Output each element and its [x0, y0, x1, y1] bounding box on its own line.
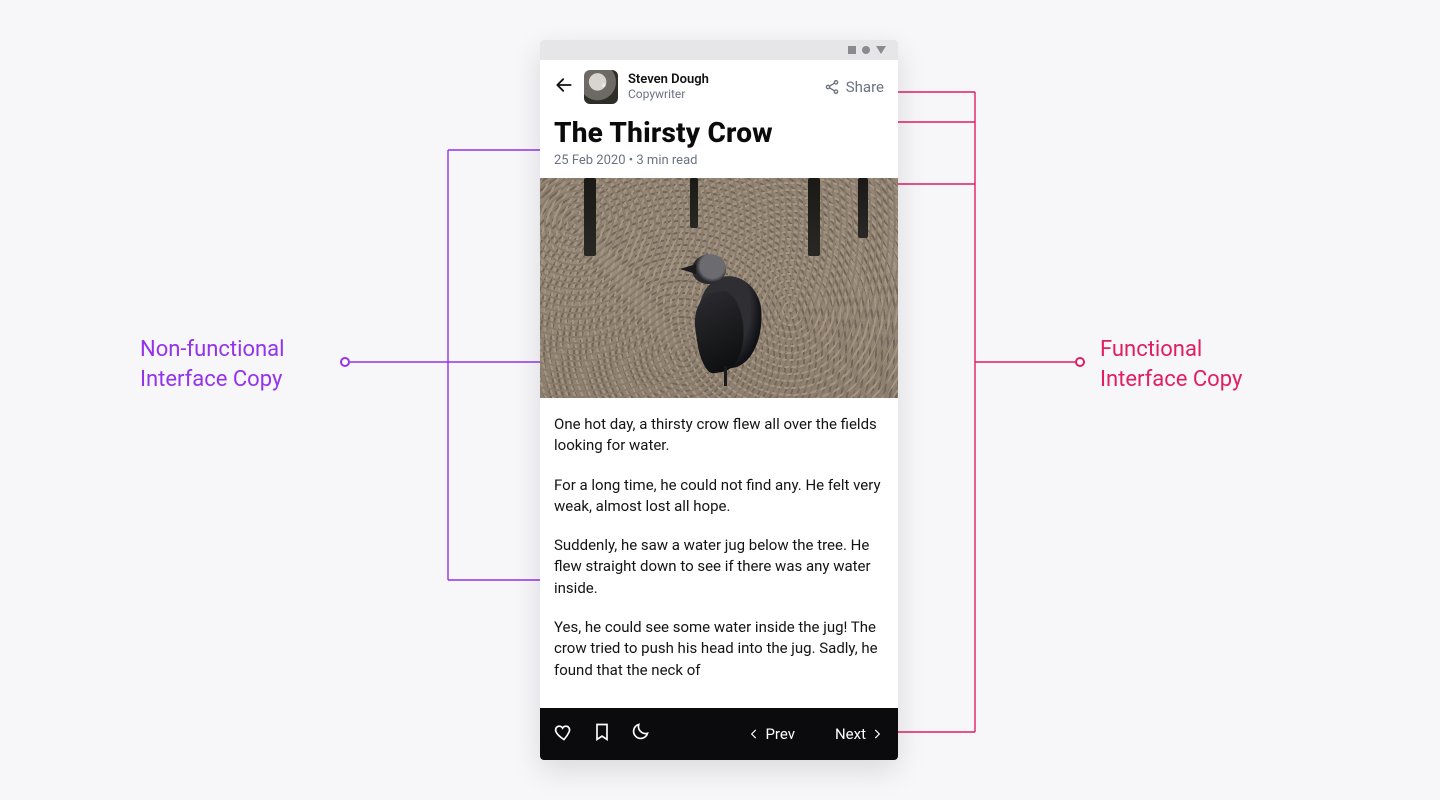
author-name: Steven Dough — [628, 73, 709, 88]
author-role: Copywriter — [628, 88, 709, 102]
article-paragraph: For a long time, he could not find any. … — [554, 475, 884, 518]
heart-icon — [554, 722, 574, 742]
author-avatar[interactable] — [584, 70, 618, 104]
meta-separator: • — [626, 153, 637, 168]
like-button[interactable] — [554, 722, 574, 746]
article-paragraph: One hot day, a thirsty crow flew all ove… — [554, 414, 884, 457]
article-paragraph: Yes, he could see some water inside the … — [554, 617, 884, 681]
article-title: The Thirsty Crow — [540, 110, 898, 153]
moon-icon — [630, 722, 650, 742]
annotation-functional-label: Functional Interface Copy — [1100, 335, 1320, 394]
hero-crow-illustration — [690, 246, 778, 386]
bookmark-button[interactable] — [592, 722, 612, 746]
annotation-dot-left — [340, 357, 350, 367]
article-meta: 25 Feb 2020 • 3 min read — [540, 153, 898, 178]
status-triangle-icon — [876, 46, 886, 54]
prev-button[interactable]: Prev — [747, 725, 795, 743]
hero-detail — [690, 178, 698, 228]
back-arrow-icon — [554, 75, 574, 95]
article-date: 25 Feb 2020 — [554, 153, 626, 168]
article-hero-image — [540, 178, 898, 398]
annotation-left-line2: Interface Copy — [140, 367, 282, 392]
share-label: Share — [846, 78, 884, 96]
next-label: Next — [835, 725, 866, 743]
status-icons — [848, 46, 886, 54]
annotation-left-line1: Non-functional — [140, 337, 284, 362]
phone-frame: Steven Dough Copywriter Share The Thirst… — [540, 40, 898, 760]
share-icon — [824, 79, 840, 95]
annotation-dot-right — [1075, 357, 1085, 367]
next-button[interactable]: Next — [835, 725, 884, 743]
author-block: Steven Dough Copywriter — [628, 73, 709, 102]
hero-detail — [858, 178, 868, 238]
back-button[interactable] — [554, 75, 574, 99]
annotation-right-line2: Interface Copy — [1100, 367, 1242, 392]
status-circle-icon — [862, 46, 870, 54]
article-body: One hot day, a thirsty crow flew all ove… — [540, 398, 898, 708]
article-readtime: 3 min read — [636, 153, 697, 168]
annotation-right-line1: Functional — [1100, 337, 1202, 362]
bottom-toolbar: Prev Next — [540, 708, 898, 760]
status-square-icon — [848, 46, 856, 54]
status-bar — [540, 40, 898, 60]
share-button[interactable]: Share — [824, 78, 884, 96]
chevron-right-icon — [870, 727, 884, 741]
article-header: Steven Dough Copywriter Share — [540, 60, 898, 110]
annotation-nonfunctional-label: Non-functional Interface Copy — [140, 335, 360, 394]
night-mode-button[interactable] — [630, 722, 650, 746]
bookmark-icon — [592, 722, 612, 742]
prev-label: Prev — [765, 725, 795, 743]
article-paragraph: Suddenly, he saw a water jug below the t… — [554, 535, 884, 599]
chevron-left-icon — [747, 727, 761, 741]
